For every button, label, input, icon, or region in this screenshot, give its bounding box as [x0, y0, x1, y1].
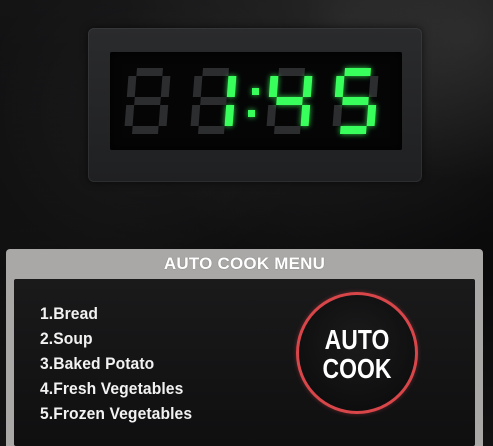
digit-4-segment-f [334, 76, 345, 97]
digit-3 [266, 68, 313, 134]
digit-2-segment-g [200, 97, 227, 105]
digit-4-segment-g [342, 97, 369, 105]
menu-item-fresh-vegetables: 4.Fresh Vegetables [40, 379, 184, 398]
auto-cook-menu-title: AUTO COOK MENU [163, 254, 326, 273]
digit-3-segment-f [268, 76, 279, 97]
auto-cook-line-cook: COOK [322, 353, 392, 384]
digit-1 [124, 68, 171, 134]
colon-dot-1 [252, 88, 259, 95]
seven-segment-display [124, 68, 379, 134]
digit-1-segment-c [158, 105, 169, 126]
digit-4-segment-c [366, 105, 377, 126]
auto-cook-button[interactable]: AUTO COOK [296, 292, 418, 414]
digit-4-segment-d [340, 126, 367, 134]
menu-item-bread: 1.Bread [40, 304, 99, 323]
digit-2 [190, 68, 237, 134]
digit-2-segment-f [192, 76, 203, 97]
digit-2-segment-d [198, 126, 225, 134]
digit-1-segment-a [136, 68, 163, 76]
digit-3-segment-d [274, 126, 301, 134]
digit-1-segment-g [134, 97, 161, 105]
digit-4-segment-e [332, 105, 343, 126]
auto-cook-button-label: AUTO COOK [309, 325, 404, 383]
menu-item-baked-potato: 3.Baked Potato [40, 354, 155, 373]
digit-1-segment-e [124, 105, 135, 126]
menu-item-soup: 2.Soup [40, 329, 93, 348]
digit-3-segment-a [278, 68, 305, 76]
microwave-control-panel: 1:45 AUTO COOK MENU 1.Bread 2.Soup 3.Bak… [0, 0, 493, 446]
auto-cook-menu-list: 1.Bread 2.Soup 3.Baked Potato 4.Fresh Ve… [40, 301, 205, 426]
digit-1-segment-f [126, 76, 137, 97]
digit-1-segment-d [132, 126, 159, 134]
digit-2-segment-a [202, 68, 229, 76]
digit-4 [332, 68, 379, 134]
digit-3-segment-b [302, 76, 313, 97]
colon-dot-2 [248, 110, 255, 117]
display-time-text: 1:45 [0, 0, 1, 1]
digit-1-segment-b [160, 76, 171, 97]
auto-cook-line-auto: AUTO [324, 324, 390, 355]
digit-3-segment-g [276, 97, 303, 105]
digit-4-segment-b [368, 76, 379, 97]
digit-2-segment-b [226, 76, 237, 97]
digit-4-segment-a [344, 68, 371, 76]
digit-2-segment-c [224, 105, 235, 126]
digit-3-segment-e [266, 105, 277, 126]
digit-2-segment-e [190, 105, 201, 126]
menu-item-frozen-vegetables: 5.Frozen Vegetables [40, 404, 193, 423]
digit-3-segment-c [300, 105, 311, 126]
